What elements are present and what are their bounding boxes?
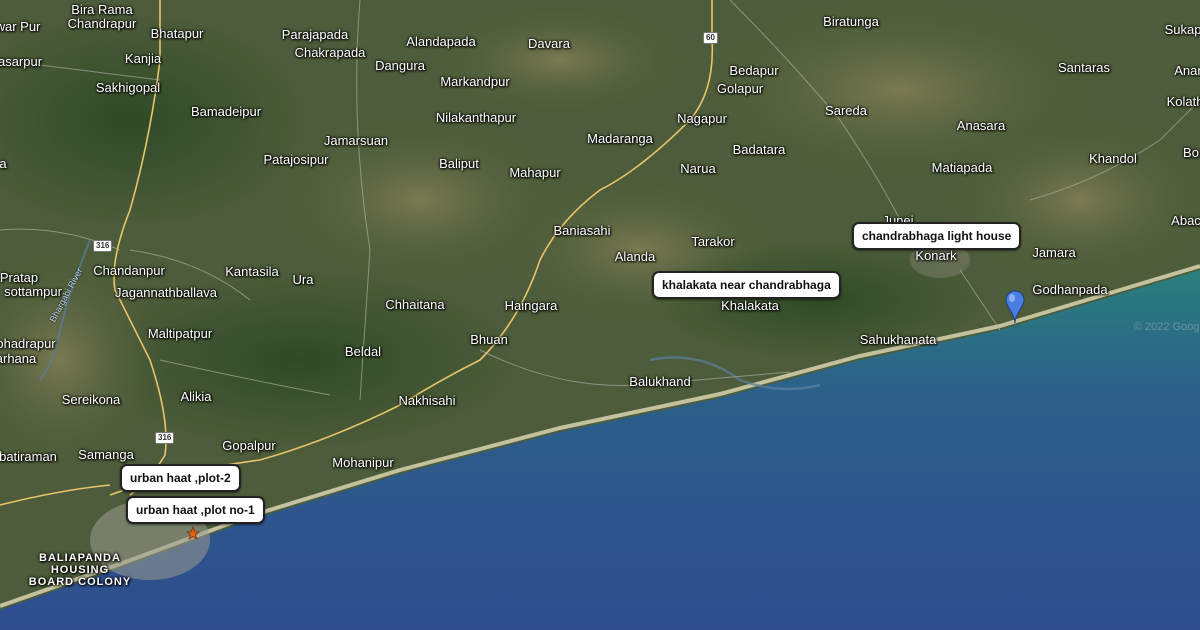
place-label: ohadrapur	[0, 336, 56, 351]
place-label: Baliput	[439, 156, 479, 171]
place-label: Balukhand	[629, 374, 691, 389]
place-label: Chandanpur	[93, 263, 165, 278]
place-label: Badatara	[732, 142, 786, 157]
place-label: Kolath	[1166, 94, 1200, 109]
place-label: Bo	[1183, 145, 1199, 160]
place-label: Samanga	[78, 447, 134, 462]
place-label: Bhatapur	[150, 26, 204, 41]
colony-label-line: BOARD COLONY	[28, 576, 132, 588]
place-label: Markandpur	[440, 74, 510, 89]
place-label: Nilakanthapur	[435, 110, 517, 125]
place-label: Abac	[1171, 213, 1200, 228]
place-label: Jamara	[1032, 245, 1076, 260]
place-label: Sukap	[1164, 22, 1200, 37]
map-copyright: © 2022 Google	[1133, 321, 1200, 333]
place-label: Beldal	[344, 344, 382, 359]
place-label: Narua	[680, 161, 716, 176]
pin-label-urban-haat-plot-1[interactable]: urban haat ,plot no-1	[126, 496, 265, 524]
place-label: Jagannathballava	[115, 285, 217, 300]
place-label: Maltipatpur	[147, 326, 213, 341]
place-label: Nagapur	[677, 111, 727, 126]
place-label: Pratap	[0, 270, 39, 285]
place-label: Sereikona	[61, 392, 121, 407]
place-label: Kanjia	[124, 51, 162, 66]
place-label: Jamarsuan	[323, 133, 389, 148]
place-label: Golapur	[716, 81, 764, 96]
pin-label-chandrabhaga-light-house[interactable]: chandrabhaga light house	[852, 222, 1022, 250]
place-label: a	[0, 156, 7, 171]
place-label: Godhanpada	[1032, 282, 1108, 297]
place-label: Anar	[1174, 63, 1200, 78]
place-label: Mohanipur	[332, 455, 394, 470]
place-label: Konark	[915, 248, 957, 263]
pin-label-khalakata[interactable]: khalakata near chandrabhaga	[652, 271, 841, 299]
place-label: Anasara	[956, 118, 1006, 133]
place-label: Santaras	[1057, 60, 1111, 75]
place-label: Bedapur	[729, 63, 779, 78]
place-label: Alandapada	[406, 34, 476, 49]
place-label: Haingara	[504, 298, 558, 313]
place-label: Mahapur	[509, 165, 561, 180]
place-label: batiraman	[0, 449, 57, 464]
place-label: Davara	[528, 36, 570, 51]
place-label: Nakhisahi	[398, 393, 456, 408]
place-label: asarpur	[0, 54, 43, 69]
place-label: Bamadeipur	[190, 104, 262, 119]
place-label: Bira Rama	[71, 2, 133, 17]
place-label: Gopalpur	[222, 438, 276, 453]
place-label: Ura	[292, 272, 314, 287]
place-label: Alikia	[180, 389, 212, 404]
place-label: sottampur	[4, 284, 62, 299]
place-label: Khalakata	[721, 298, 779, 313]
place-label: Bhuan	[470, 332, 508, 347]
place-label: Sareda	[825, 103, 867, 118]
place-label: Parajapada	[281, 27, 349, 42]
highway-shield-60: 60	[703, 32, 718, 44]
highway-shield-316: 316	[93, 240, 113, 252]
colony-label: BALIAPANDA HOUSING BOARD COLONY	[29, 552, 131, 588]
place-label: Sahukhanata	[859, 332, 937, 347]
place-label: Madaranga	[587, 131, 653, 146]
colony-label-line: HOUSING	[50, 564, 110, 576]
place-label: Biratunga	[823, 14, 879, 29]
place-label: war Pur	[0, 19, 41, 34]
colony-label-line: BALIAPANDA	[39, 552, 121, 564]
place-label: Chakrapada	[294, 45, 366, 60]
place-label: Dangura	[375, 58, 425, 73]
place-label: Matiapada	[931, 160, 993, 175]
map-pin-icon[interactable]	[1005, 290, 1025, 324]
place-label: Tarakor	[691, 234, 735, 249]
place-label: arhana	[0, 351, 37, 366]
place-label: Kantasila	[225, 264, 279, 279]
place-label: Chhaitana	[385, 297, 445, 312]
place-label: Alanda	[614, 249, 656, 264]
highway-shield-316: 316	[155, 432, 175, 444]
place-label: Sakhigopal	[95, 80, 161, 95]
place-label: Patajosipur	[263, 152, 329, 167]
map-pin-icon[interactable]	[186, 526, 200, 540]
pin-label-urban-haat-plot-2[interactable]: urban haat ,plot-2	[120, 464, 241, 492]
place-label: Chandrapur	[67, 16, 137, 31]
place-label: Khandol	[1089, 151, 1137, 166]
place-label: Baniasahi	[553, 223, 611, 238]
